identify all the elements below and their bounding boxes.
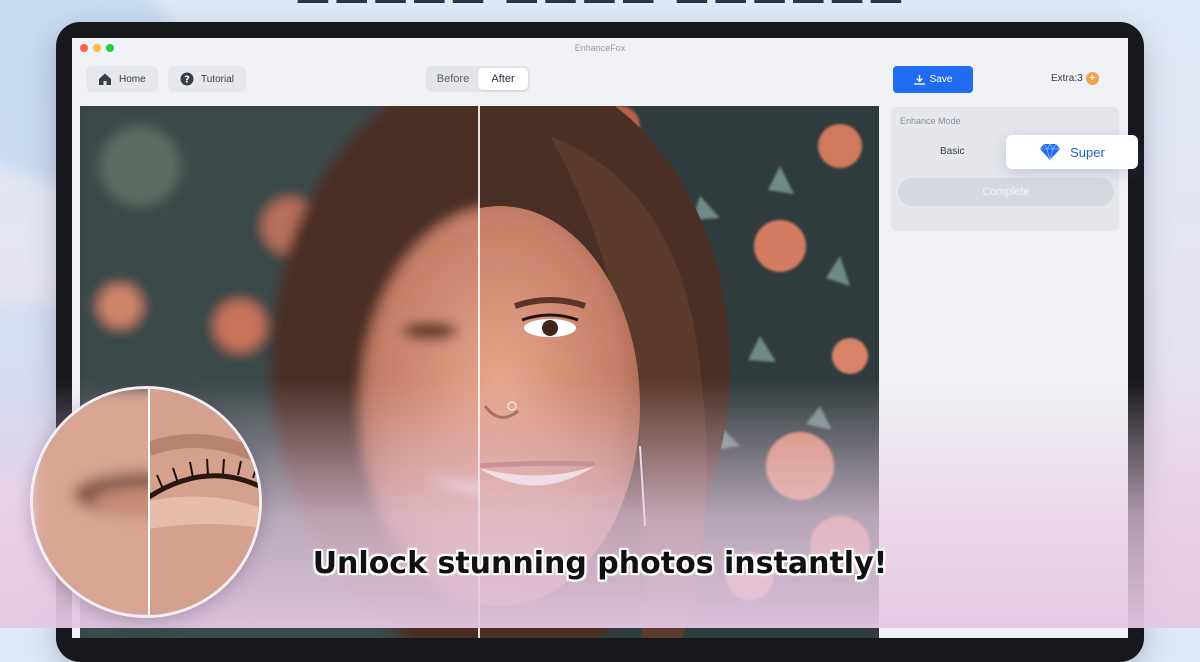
home-icon (99, 73, 111, 85)
extra-label: Extra:3 (1051, 73, 1083, 84)
extra-credits[interactable]: Extra:3 + (1051, 72, 1099, 85)
eye-zoom-magnifier (30, 386, 262, 618)
save-label: Save (929, 74, 953, 85)
mode-basic-option[interactable]: Basic (940, 146, 964, 157)
plus-coin-icon: + (1085, 72, 1099, 85)
promo-tagline: Unlock stunning photos instantly! (312, 546, 888, 581)
after-tab[interactable]: After (478, 68, 528, 90)
diamond-icon (1040, 143, 1061, 161)
tutorial-button[interactable]: ? Tutorial (168, 66, 246, 92)
tutorial-label: Tutorial (201, 73, 234, 85)
download-icon (913, 74, 925, 85)
enhance-mode-title: Enhance Mode (900, 116, 961, 126)
complete-button[interactable]: Complete (898, 178, 1114, 206)
svg-text:?: ? (184, 75, 190, 86)
mode-super-option[interactable]: Super (1006, 135, 1138, 169)
cropped-headline-decoration: ▬▬▬▬▬ ▬▬▬▬ ▬▬▬▬▬▬ (0, 0, 1200, 16)
before-after-toggle: Before After (426, 66, 530, 92)
title-bar: EnhanceFox (72, 38, 1128, 58)
app-title: EnhanceFox (574, 43, 626, 53)
save-button[interactable]: Save (893, 66, 973, 93)
home-button[interactable]: Home (86, 66, 158, 92)
enhance-mode-panel: Enhance Mode Basic Complete (891, 107, 1119, 231)
home-label: Home (119, 73, 146, 85)
before-tab[interactable]: Before (428, 68, 478, 90)
question-icon: ? (180, 72, 194, 86)
eye-closeup-illustration (33, 389, 259, 615)
super-label: Super (1070, 144, 1105, 160)
